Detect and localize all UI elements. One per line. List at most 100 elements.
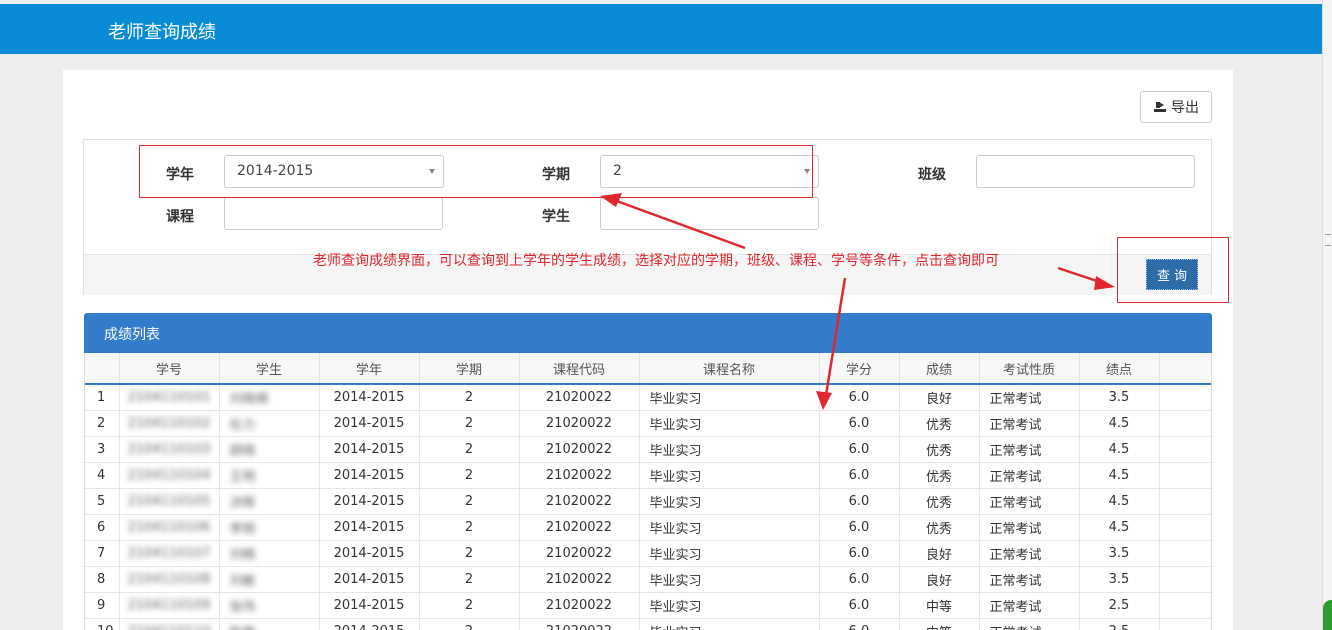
- cell-grade: 中等: [899, 618, 980, 630]
- cell-gpa-text: 4.5: [1108, 494, 1130, 509]
- cell-student: 洪晖: [219, 488, 320, 515]
- cell-course-code: 21020022: [519, 384, 640, 411]
- cell-course-name-text: 毕业实习: [649, 392, 702, 407]
- cell-student-text: 洪晖: [229, 496, 256, 511]
- window-scrollbar[interactable]: [1322, 0, 1332, 630]
- course-input[interactable]: [224, 197, 443, 230]
- cell-gpa-text: 4.5: [1108, 520, 1130, 535]
- cell-gpa-text: 2.5: [1109, 624, 1130, 630]
- cell-term-text: 2: [464, 598, 474, 613]
- col-header-term[interactable]: 学期: [419, 353, 520, 385]
- cell-course-code-text: 21020022: [545, 598, 613, 613]
- table-row[interactable]: 4 2104110104 王明 2014-2015 2 21020022 毕业实习 6.0 优秀…: [85, 462, 1211, 489]
- export-button[interactable]: 导出: [1140, 91, 1212, 123]
- cell-year-text: 2014-2015: [333, 468, 405, 483]
- cell-course-name-text: 毕业实习: [649, 574, 702, 589]
- cell-gpa: 2.5: [1079, 618, 1160, 630]
- cell-course-name: 毕业实习: [639, 592, 820, 619]
- cell-grade-text: 中等: [926, 626, 952, 630]
- table-row[interactable]: 3 2104110103 顾晓 2014-2015 2 21020022 毕业实习 6.0 优秀…: [85, 436, 1211, 463]
- cell-year: 2014-2015: [319, 384, 420, 411]
- cell-term-text: 2: [465, 624, 473, 630]
- cell-year-text: 2014-2015: [333, 572, 405, 587]
- class-input[interactable]: [976, 155, 1195, 188]
- col-header-exam-type[interactable]: 考试性质: [979, 353, 1080, 385]
- cell-student-id: 2104110110: [119, 618, 220, 630]
- cell-student-id: 2104110102: [119, 410, 220, 437]
- cell-credit: 6.0: [819, 384, 900, 411]
- cell-term: 2: [419, 566, 520, 593]
- col-header-gpa[interactable]: 绩点: [1079, 353, 1160, 385]
- cell-extra: [1159, 514, 1211, 541]
- table-row[interactable]: 5 2104110105 洪晖 2014-2015 2 21020022 毕业实习 6.0 优秀…: [85, 488, 1211, 515]
- cell-student-text: 杜力: [229, 418, 256, 433]
- cell-course-name: 毕业实习: [639, 514, 820, 541]
- col-header-credit[interactable]: 学分: [819, 353, 900, 385]
- cell-exam-type-text: 正常考试: [989, 418, 1042, 433]
- cell-course-code-text: 21020022: [545, 494, 613, 509]
- table-row[interactable]: 2 2104110102 杜力 2014-2015 2 21020022 毕业实习 6.0 优秀…: [85, 410, 1211, 437]
- cell-student-id: 2104110107: [119, 540, 220, 567]
- cell-grade-text: 良好: [925, 392, 952, 407]
- cell-year: 2014-2015: [319, 592, 420, 619]
- cell-gpa: 4.5: [1079, 410, 1160, 437]
- cell-year: 2014-2015: [319, 436, 420, 463]
- cell-credit-text: 6.0: [848, 520, 870, 535]
- col-header-grade[interactable]: 成绩: [899, 353, 980, 385]
- col-header-index: [85, 353, 120, 385]
- table-row[interactable]: 6 2104110106 李刚 2014-2015 2 21020022 毕业实习 6.0 优秀…: [85, 514, 1211, 541]
- col-header-student-id[interactable]: 学号: [119, 353, 220, 385]
- cell-course-code-text: 21020022: [545, 416, 613, 431]
- cell-extra: [1159, 592, 1211, 619]
- cell-credit-text: 6.0: [848, 442, 870, 457]
- cell-index: 1: [85, 384, 120, 411]
- cell-course-code-text: 21020022: [545, 442, 613, 457]
- table-row[interactable]: 9 2104110109 张伟 2014-2015 2 21020022 毕业实习 6.0 中等…: [85, 592, 1211, 619]
- cell-course-name: 毕业实习: [639, 566, 820, 593]
- scrollbar-grip[interactable]: [1325, 234, 1331, 246]
- cell-credit-text: 6.0: [848, 494, 870, 509]
- cell-student: 杜力: [219, 410, 320, 437]
- cell-extra: [1159, 462, 1211, 489]
- cell-student-text: 刘敏: [229, 574, 256, 589]
- cell-course-code-text: 21020022: [545, 520, 613, 535]
- cell-course-code-text: 21020022: [545, 390, 613, 405]
- cell-term: 2: [419, 462, 520, 489]
- cell-student-id-text: 2104110107: [127, 546, 211, 561]
- table-row[interactable]: 10 2104110110 陈静 2014-2015 2 21020022 毕业实习 6.0 中…: [85, 618, 1211, 630]
- col-header-course-name[interactable]: 课程名称: [639, 353, 820, 385]
- cell-exam-type: 正常考试: [979, 592, 1080, 619]
- cell-course-name: 毕业实习: [639, 462, 820, 489]
- cell-credit: 6.0: [819, 436, 900, 463]
- cell-course-name-text: 毕业实习: [649, 418, 702, 433]
- cell-student-id: 2104110108: [119, 566, 220, 593]
- cell-term-text: 2: [464, 572, 474, 587]
- cell-exam-type-text: 正常考试: [989, 444, 1042, 459]
- cell-grade: 优秀: [899, 410, 980, 437]
- cell-credit-text: 6.0: [848, 416, 870, 431]
- cell-grade-text: 优秀: [925, 418, 952, 433]
- cell-term: 2: [419, 488, 520, 515]
- cell-term: 2: [419, 384, 520, 411]
- cell-exam-type: 正常考试: [979, 488, 1080, 515]
- cell-extra: [1159, 566, 1211, 593]
- cell-year-text: 2014-2015: [333, 390, 405, 405]
- course-label: 课程: [166, 209, 194, 225]
- table-row[interactable]: 7 2104110107 刘畅 2014-2015 2 21020022 毕业实习 6.0 良好…: [85, 540, 1211, 567]
- cell-credit-text: 6.0: [849, 624, 870, 630]
- col-header-student[interactable]: 学生: [219, 353, 320, 385]
- cell-year-text: 2014-2015: [333, 546, 405, 561]
- cell-credit-text: 6.0: [848, 546, 870, 561]
- col-header-course-code[interactable]: 课程代码: [519, 353, 640, 385]
- table-row[interactable]: 1 2104110101 刘晓萌 2014-2015 2 21020022 毕业实习 6.0 良…: [85, 384, 1211, 411]
- cell-gpa: 2.5: [1079, 592, 1160, 619]
- cell-credit: 6.0: [819, 566, 900, 593]
- cell-index: 7: [85, 540, 120, 567]
- cell-credit-text: 6.0: [848, 598, 870, 613]
- table-row[interactable]: 8 2104110108 刘敏 2014-2015 2 21020022 毕业实习 6.0 良好…: [85, 566, 1211, 593]
- col-header-year[interactable]: 学年: [319, 353, 420, 385]
- cell-grade-text: 优秀: [925, 496, 952, 511]
- cell-gpa-text: 3.5: [1108, 572, 1130, 587]
- student-input[interactable]: [600, 197, 819, 230]
- cell-gpa-text: 4.5: [1108, 416, 1130, 431]
